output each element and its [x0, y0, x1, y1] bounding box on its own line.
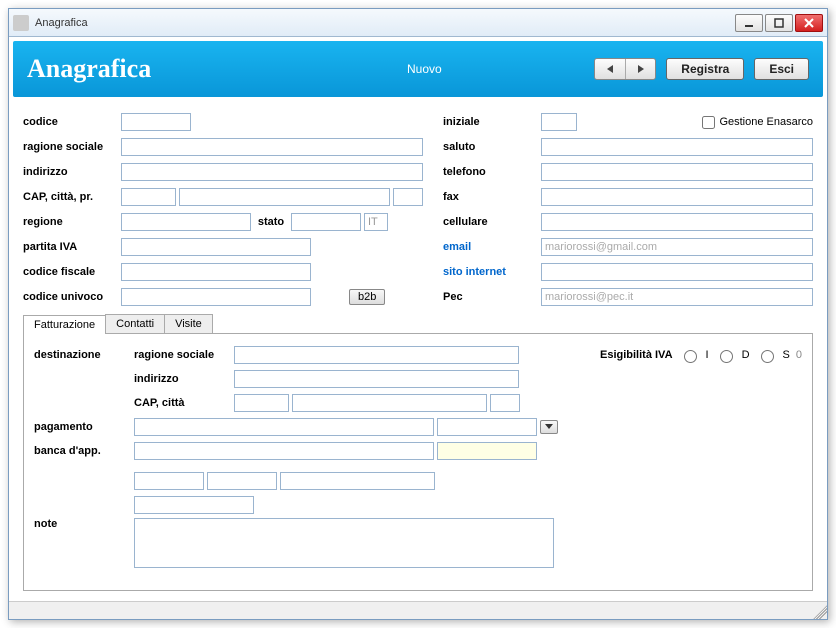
page-header: Anagrafica Nuovo Registra Esci — [13, 41, 823, 97]
citta-input[interactable] — [179, 188, 390, 206]
resize-grip[interactable] — [813, 605, 827, 619]
lbl-codice-fiscale: codice fiscale — [23, 266, 121, 278]
banca-extra-input[interactable] — [437, 442, 537, 460]
codice-fiscale-input[interactable] — [121, 263, 311, 281]
lbl-destinazione: destinazione — [34, 349, 134, 361]
radio-esigibilita-s[interactable] — [761, 350, 774, 363]
telefono-input[interactable] — [541, 163, 813, 181]
lbl-cellulare: cellulare — [443, 216, 541, 228]
dest-indirizzo-input[interactable] — [234, 370, 519, 388]
prev-button[interactable] — [595, 59, 625, 79]
iniziale-input[interactable] — [541, 113, 577, 131]
dest-citta-input[interactable] — [292, 394, 487, 412]
lbl-dest-ragione-sociale: ragione sociale — [134, 349, 234, 361]
dest-pr-input[interactable] — [490, 394, 520, 412]
sito-internet-input[interactable] — [541, 263, 813, 281]
lbl-ragione-sociale: ragione sociale — [23, 141, 121, 153]
partita-iva-input[interactable] — [121, 238, 311, 256]
right-column: iniziale Gestione Enasarco saluto telefo… — [443, 111, 813, 308]
window-title: Anagrafica — [35, 17, 733, 29]
lbl-banca: banca d'app. — [34, 445, 134, 457]
lbl-dest-cap-citta: CAP, città — [134, 397, 234, 409]
codice-univoco-input[interactable] — [121, 288, 311, 306]
page-title: Anagrafica — [27, 54, 407, 84]
lbl-codice-univoco: codice univoco — [23, 291, 121, 303]
lbl-sito-internet[interactable]: sito internet — [443, 266, 541, 278]
chevron-down-icon — [545, 422, 553, 430]
status-text: Nuovo — [407, 62, 594, 76]
regione-input[interactable] — [121, 213, 251, 231]
note-input[interactable] — [134, 518, 554, 568]
fax-input[interactable] — [541, 188, 813, 206]
lbl-telefono: telefono — [443, 166, 541, 178]
tab-visite[interactable]: Visite — [164, 314, 213, 333]
minimize-button[interactable] — [735, 14, 763, 32]
app-icon — [13, 15, 29, 31]
banca-input[interactable] — [134, 442, 434, 460]
cap-input[interactable] — [121, 188, 176, 206]
app-window: Anagrafica Anagrafica Nuovo Registra Esc… — [8, 8, 828, 620]
pagamento-input[interactable] — [134, 418, 434, 436]
lbl-codice: codice — [23, 116, 121, 128]
lbl-note: note — [34, 518, 134, 530]
lbl-regione: regione — [23, 216, 121, 228]
codice-input[interactable] — [121, 113, 191, 131]
extra-input-2[interactable] — [207, 472, 277, 490]
maximize-button[interactable] — [765, 14, 793, 32]
b2b-button[interactable]: b2b — [349, 289, 385, 305]
radio-esigibilita-i[interactable] — [684, 350, 697, 363]
statusbar — [9, 601, 827, 619]
lbl-iniziale: iniziale — [443, 116, 541, 128]
stato-code-input[interactable] — [364, 213, 388, 231]
lbl-dest-indirizzo: indirizzo — [134, 373, 234, 385]
esigibilita-group: Esigibilità IVA I D S 0 — [600, 347, 802, 363]
lbl-cap-citta-pr: CAP, città, pr. — [23, 191, 121, 203]
ragione-sociale-input[interactable] — [121, 138, 423, 156]
lbl-stato: stato — [251, 216, 291, 228]
left-column: codice ragione sociale indirizzo CAP, ci… — [23, 111, 423, 308]
stato-input[interactable] — [291, 213, 361, 231]
saluto-input[interactable] — [541, 138, 813, 156]
pagamento-dropdown-button[interactable] — [540, 420, 558, 434]
lbl-saluto: saluto — [443, 141, 541, 153]
form-area: codice ragione sociale indirizzo CAP, ci… — [9, 101, 827, 312]
lbl-gestione-enasarco: Gestione Enasarco — [719, 116, 813, 128]
registra-button[interactable]: Registra — [666, 58, 744, 80]
extra-input-3[interactable] — [280, 472, 435, 490]
esci-button[interactable]: Esci — [754, 58, 809, 80]
next-button[interactable] — [625, 59, 655, 79]
email-input[interactable] — [541, 238, 813, 256]
close-button[interactable] — [795, 14, 823, 32]
extra-input-4[interactable] — [134, 496, 254, 514]
tabs: Fatturazione Contatti Visite destinazion… — [23, 314, 813, 591]
tabstrip: Fatturazione Contatti Visite — [23, 314, 813, 333]
dest-cap-input[interactable] — [234, 394, 289, 412]
extra-input-1[interactable] — [134, 472, 204, 490]
lbl-indirizzo: indirizzo — [23, 166, 121, 178]
indirizzo-input[interactable] — [121, 163, 423, 181]
dest-ragione-sociale-input[interactable] — [234, 346, 519, 364]
tab-panel-fatturazione: destinazione ragione sociale Esigibilità… — [23, 333, 813, 591]
radio-esigibilita-d[interactable] — [720, 350, 733, 363]
nav-prev-next — [594, 58, 656, 80]
gestione-enasarco-checkbox[interactable] — [702, 116, 715, 129]
cellulare-input[interactable] — [541, 213, 813, 231]
provincia-input[interactable] — [393, 188, 423, 206]
pagamento-extra-input[interactable] — [437, 418, 537, 436]
lbl-fax: fax — [443, 191, 541, 203]
tab-fatturazione[interactable]: Fatturazione — [23, 315, 106, 334]
lbl-pec: Pec — [443, 291, 541, 303]
lbl-email[interactable]: email — [443, 241, 541, 253]
titlebar: Anagrafica — [9, 9, 827, 37]
lbl-pagamento: pagamento — [34, 421, 134, 433]
tab-contatti[interactable]: Contatti — [105, 314, 165, 333]
lbl-esigibilita: Esigibilità IVA — [600, 349, 673, 361]
pec-input[interactable] — [541, 288, 813, 306]
lbl-partita-iva: partita IVA — [23, 241, 121, 253]
